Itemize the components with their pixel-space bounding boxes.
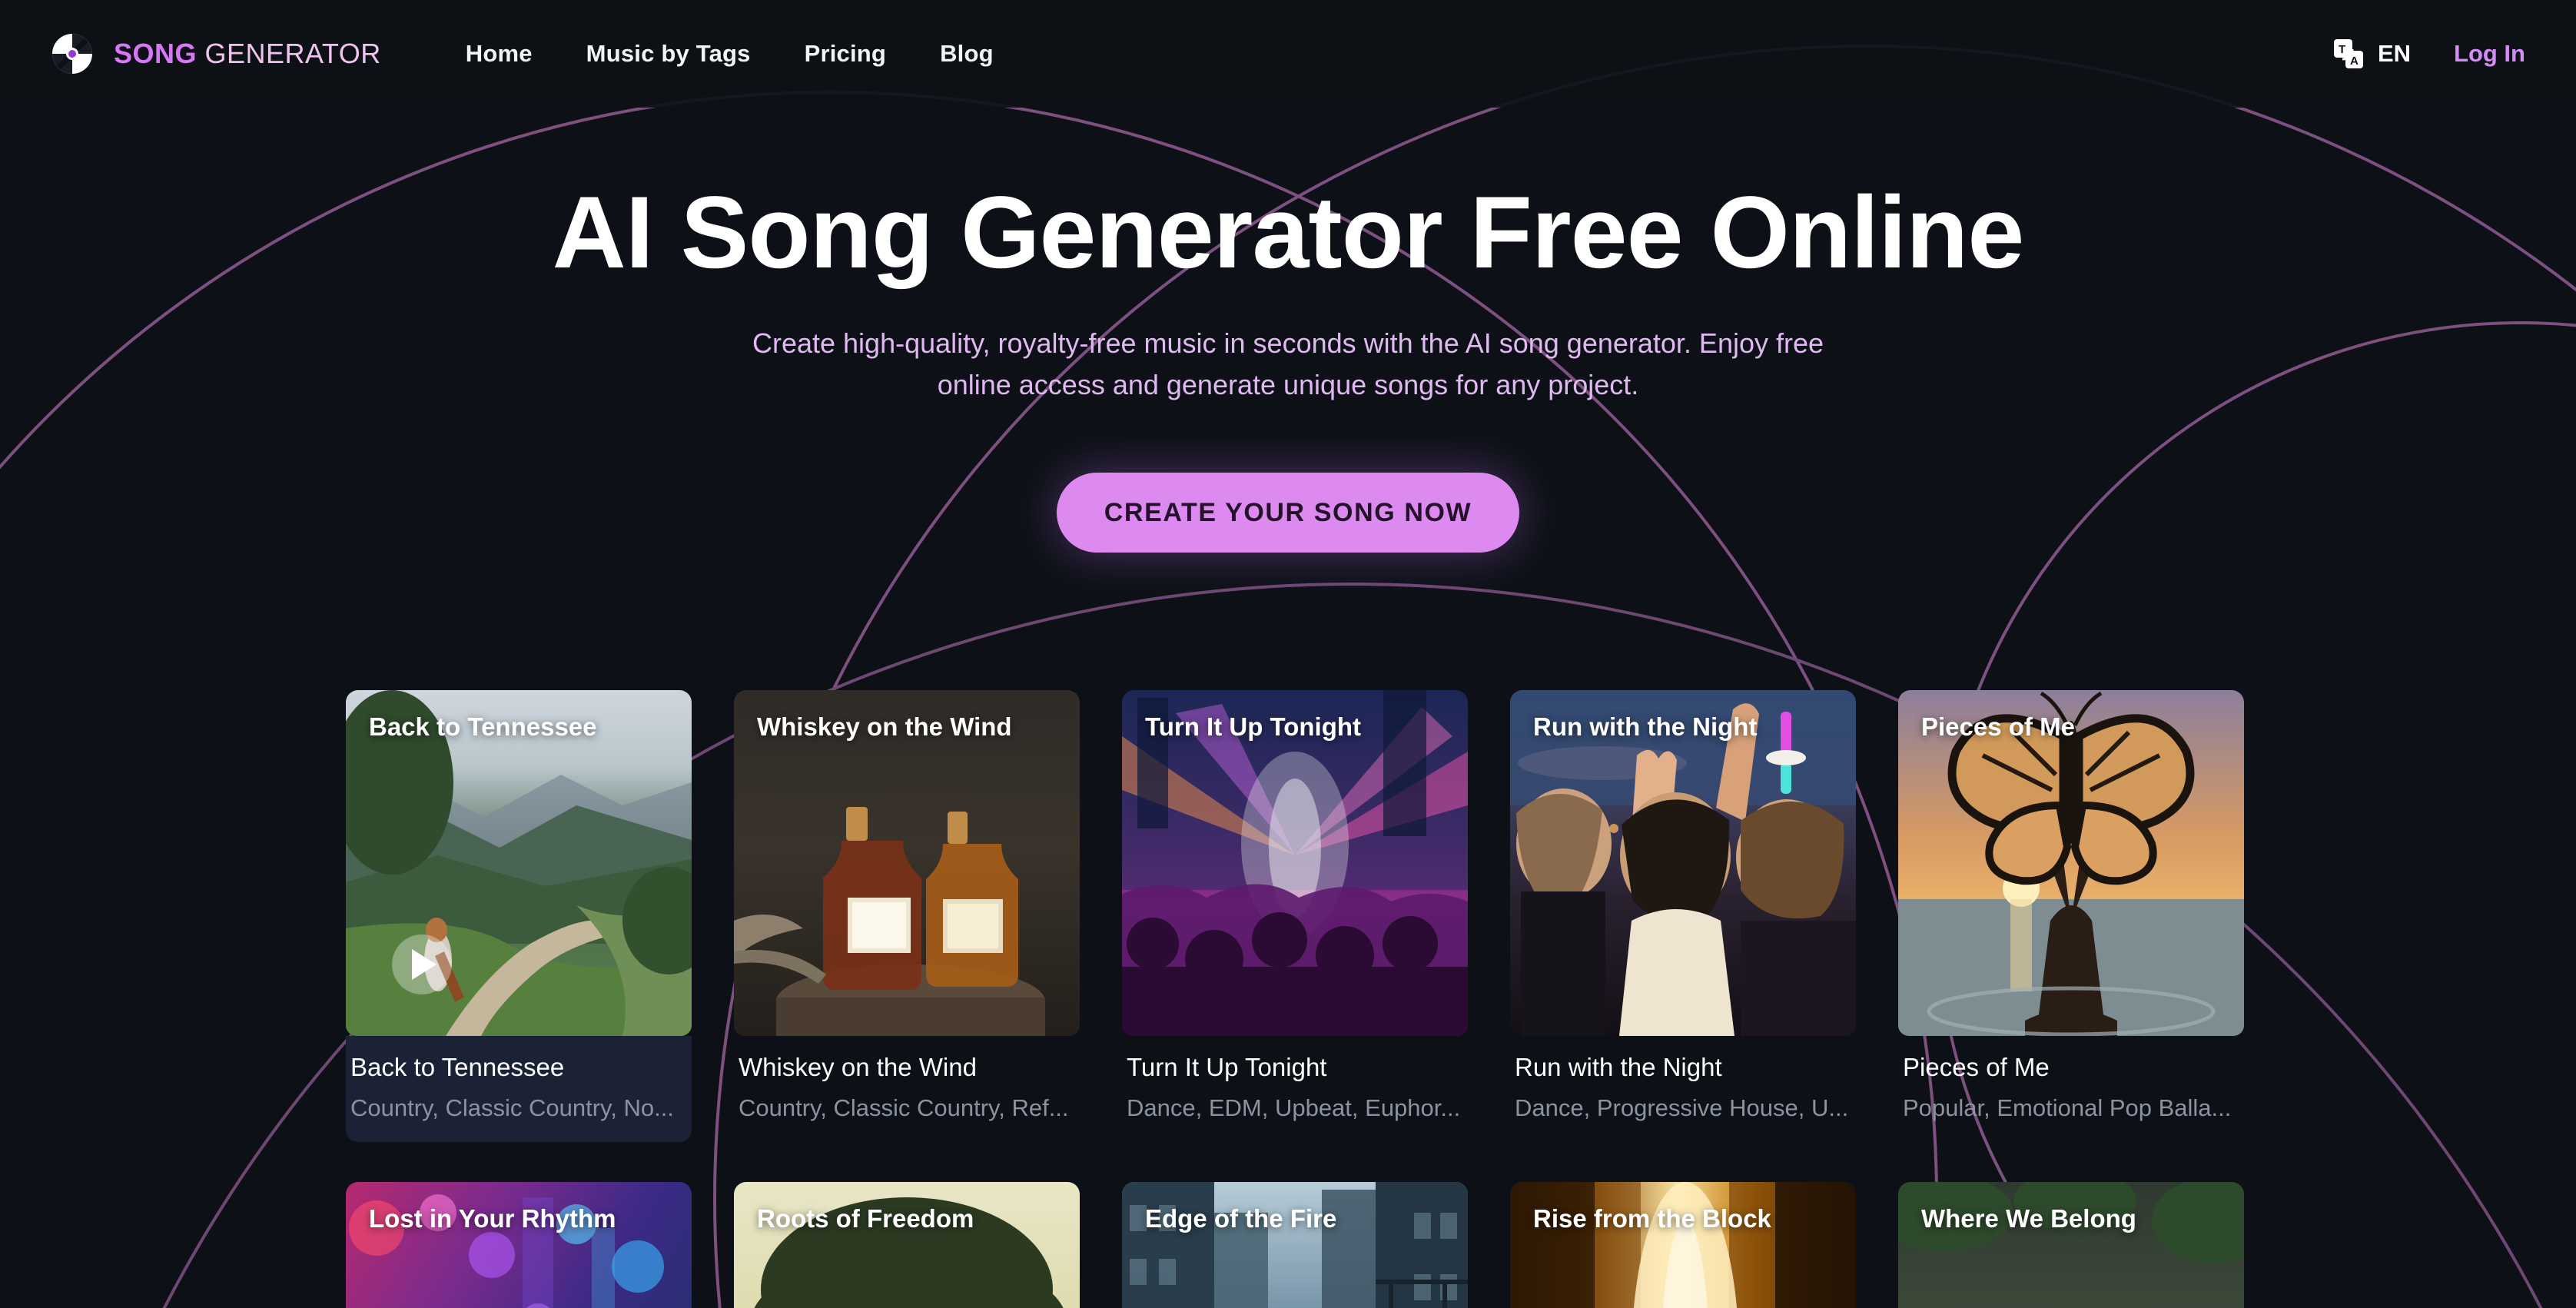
- song-overlay-title: Turn It Up Tonight: [1145, 712, 1362, 741]
- song-card-footer: Turn It Up Tonight Dance, EDM, Upbeat, Eu…: [1122, 1036, 1468, 1142]
- song-overlay-title: Run with the Night: [1533, 712, 1758, 741]
- brand-text: SONG GENERATOR: [114, 38, 381, 70]
- song-artwork[interactable]: Run with the Night: [1510, 690, 1856, 1036]
- song-card-footer: Run with the Night Dance, Progressive Hou…: [1510, 1036, 1856, 1142]
- song-card[interactable]: Roots of Freedom: [734, 1182, 1080, 1308]
- nav-item-home[interactable]: Home: [466, 40, 533, 68]
- nav-item-music-by-tags[interactable]: Music by Tags: [586, 40, 751, 68]
- site-header: SONG GENERATOR Home Music by Tags Pricin…: [0, 0, 2576, 108]
- song-card[interactable]: Lost in Your Rhythm: [346, 1182, 692, 1308]
- song-card-footer: Pieces of Me Popular, Emotional Pop Balla…: [1898, 1036, 2244, 1142]
- brand-secondary: GENERATOR: [204, 38, 381, 69]
- song-card[interactable]: Whiskey on the Wind Whiskey on the Wind Co…: [734, 690, 1080, 1142]
- cta-container: CREATE YOUR SONG NOW: [0, 472, 2576, 553]
- login-button[interactable]: Log In: [2454, 40, 2525, 68]
- create-song-button[interactable]: CREATE YOUR SONG NOW: [1056, 472, 1520, 553]
- song-artwork[interactable]: Rise from the Block: [1510, 1182, 1856, 1308]
- song-card[interactable]: Pieces of Me Pieces of Me Popular, Emotion…: [1898, 690, 2244, 1142]
- song-overlay-title: Edge of the Fire: [1145, 1204, 1337, 1233]
- song-card[interactable]: Edge of the Fire: [1122, 1182, 1468, 1308]
- song-artwork[interactable]: Where We Belong: [1898, 1182, 2244, 1308]
- brand-logo[interactable]: SONG GENERATOR: [51, 32, 381, 75]
- song-tags: Country, Classic Country, No...: [350, 1094, 674, 1121]
- vinyl-disc-icon: [52, 34, 92, 74]
- song-artwork[interactable]: Pieces of Me: [1898, 690, 2244, 1036]
- nav-item-blog[interactable]: Blog: [940, 40, 994, 68]
- song-artwork[interactable]: Edge of the Fire: [1122, 1182, 1468, 1308]
- song-artwork[interactable]: Back to Tennessee: [346, 690, 692, 1036]
- primary-navigation: Home Music by Tags Pricing Blog: [466, 40, 994, 68]
- song-title: Turn It Up Tonight: [1127, 1053, 1327, 1081]
- song-artwork[interactable]: Turn It Up Tonight: [1122, 690, 1468, 1036]
- song-title: Whiskey on the Wind: [739, 1053, 977, 1081]
- song-card[interactable]: Rise from the Block: [1510, 1182, 1856, 1308]
- svg-text:A: A: [2350, 55, 2359, 68]
- song-title: Back to Tennessee: [350, 1053, 565, 1081]
- song-overlay-title: Roots of Freedom: [757, 1204, 974, 1233]
- song-artwork[interactable]: Lost in Your Rhythm: [346, 1182, 692, 1308]
- song-card[interactable]: Where We Belong: [1898, 1182, 2244, 1308]
- play-icon[interactable]: [392, 935, 452, 994]
- language-code: EN: [2377, 40, 2412, 67]
- song-overlay-title: Whiskey on the Wind: [757, 712, 1012, 741]
- page-title: AI Song Generator Free Online: [552, 176, 2025, 290]
- song-tags: Country, Classic Country, Ref...: [739, 1094, 1069, 1121]
- song-overlay-title: Lost in Your Rhythm: [369, 1204, 616, 1233]
- translate-icon: T A: [2333, 39, 2363, 68]
- song-overlay-title: Pieces of Me: [1921, 712, 2075, 741]
- song-card[interactable]: Run with the Night Run with the Night Danc…: [1510, 690, 1856, 1142]
- song-card-footer: Whiskey on the Wind Country, Classic Coun…: [734, 1036, 1080, 1142]
- song-tags: Dance, EDM, Upbeat, Euphor...: [1127, 1094, 1461, 1121]
- song-overlay-title: Rise from the Block: [1533, 1204, 1771, 1233]
- song-title: Run with the Night: [1515, 1053, 1722, 1081]
- language-switcher[interactable]: T A EN: [2332, 37, 2411, 71]
- song-card[interactable]: Back to Tennessee Back to Tennessee Countr…: [346, 690, 692, 1142]
- song-tags: Popular, Emotional Pop Balla...: [1903, 1094, 2232, 1121]
- song-artwork[interactable]: Whiskey on the Wind: [734, 690, 1080, 1036]
- nav-item-pricing[interactable]: Pricing: [805, 40, 886, 68]
- song-card-footer: Back to Tennessee Country, Classic Countr…: [346, 1036, 692, 1142]
- song-title: Pieces of Me: [1903, 1053, 2050, 1081]
- song-tags: Dance, Progressive House, U...: [1515, 1094, 1849, 1121]
- brand-primary: SONG: [114, 38, 198, 69]
- header-actions: T A EN Log In: [2332, 37, 2525, 71]
- song-artwork[interactable]: Roots of Freedom: [734, 1182, 1080, 1308]
- song-overlay-title: Where We Belong: [1921, 1204, 2136, 1233]
- svg-text:T: T: [2339, 43, 2345, 56]
- page-root: SONG GENERATOR Home Music by Tags Pricin…: [0, 0, 2576, 1308]
- hero-subtitle: Create high-quality, royalty-free music …: [752, 327, 1824, 400]
- song-card[interactable]: Turn It Up Tonight Turn It Up Tonight Danc…: [1122, 690, 1468, 1142]
- song-overlay-title: Back to Tennessee: [369, 712, 597, 741]
- song-card-grid: Back to Tennessee Back to Tennessee Countr…: [346, 690, 2244, 1308]
